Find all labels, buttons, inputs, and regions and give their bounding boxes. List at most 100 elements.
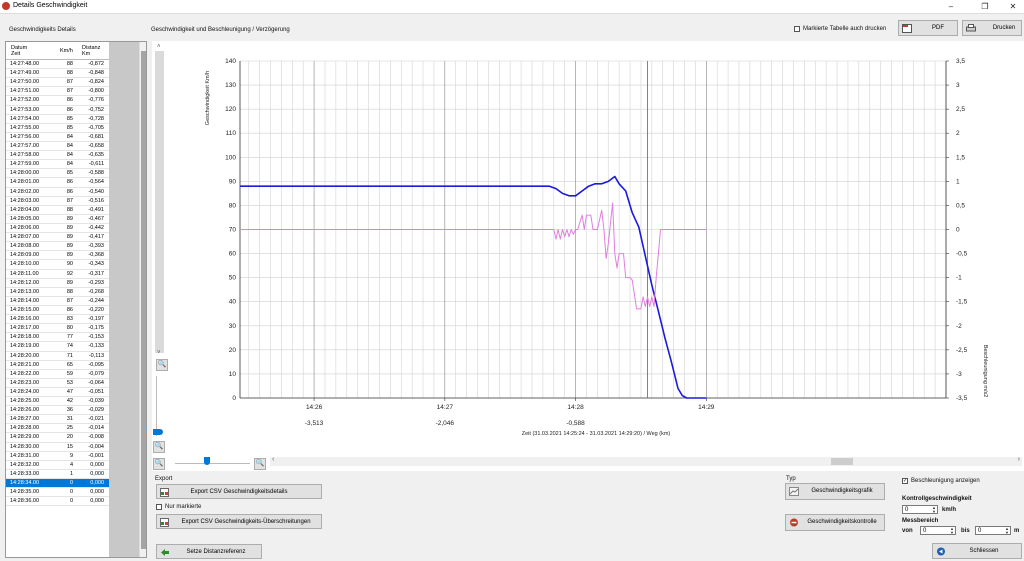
accel-checkbox[interactable]: ✓ — [902, 478, 908, 484]
x-tick-label: 14:26 — [306, 404, 323, 411]
table-row[interactable]: 14:27:49.00 88 -0,848 — [6, 69, 109, 79]
table-row[interactable]: 14:28:31.00 9 -0,001 — [6, 452, 109, 461]
y-tick-label: 100 — [225, 154, 236, 161]
zoom-in-button[interactable]: 🔍 — [156, 359, 168, 371]
table-row[interactable]: 14:28:03.00 87 -0,516 — [6, 197, 109, 206]
table-row[interactable]: 14:27:51.00 87 -0,800 — [6, 87, 109, 97]
hzoom-slider-thumb[interactable] — [204, 457, 210, 465]
table-row[interactable]: 14:28:12.00 89 -0,293 — [6, 279, 109, 288]
speed-graphic-button[interactable]: Geschwindigkeitsgrafik — [785, 483, 885, 500]
export-csv-exceed-button[interactable]: Export CSV Geschwindigkeits-Überschreitu… — [156, 514, 322, 529]
table-row[interactable]: 14:28:05.00 89 -0,467 — [6, 215, 109, 224]
table-row[interactable]: 14:27:57.00 84 -0,658 — [6, 142, 109, 152]
minimize-button[interactable]: – — [941, 0, 961, 13]
table-row[interactable]: 14:28:01.00 86 -0,564 — [6, 178, 109, 188]
pdf-button[interactable]: PDF — [898, 20, 958, 36]
table-row[interactable]: 14:28:09.00 89 -0,368 — [6, 251, 109, 261]
only-marked-checkbox[interactable] — [156, 504, 162, 510]
print-marked-checkbox[interactable] — [794, 26, 800, 32]
table-row[interactable]: 14:28:02.00 86 -0,540 — [6, 188, 109, 197]
table-row[interactable]: 14:28:28.00 25 -0,014 — [6, 424, 109, 434]
range-from-input[interactable]: 0 ▲ ▼ — [920, 526, 956, 535]
table-row[interactable]: 14:28:23.00 53 -0,064 — [6, 379, 109, 388]
zoom-out-icon: 🔍 — [154, 443, 164, 450]
table-row[interactable]: 14:27:55.00 85 -0,705 — [6, 124, 109, 133]
table-row[interactable]: 14:28:17.00 80 -0,175 — [6, 324, 109, 334]
table-row[interactable]: 14:28:27.00 31 -0,021 — [6, 415, 109, 425]
table-row[interactable]: 14:28:15.00 86 -0,220 — [6, 306, 109, 316]
cell-kmh: 0 — [69, 498, 73, 505]
zoom-slider-thumb[interactable] — [153, 429, 163, 435]
range-to-input[interactable]: 0 ▲ ▼ — [975, 526, 1011, 535]
table-row[interactable]: 14:27:50.00 87 -0,824 — [6, 78, 109, 88]
table-row[interactable]: 14:27:58.00 84 -0,635 — [6, 151, 109, 161]
speed-details-table[interactable]: Datum Zeit Km/h Distanz Km 14:27:48.00 88 -0… — [5, 41, 147, 558]
zoom-out-button[interactable]: 🔍 — [153, 441, 165, 453]
set-distance-reference-button[interactable]: Setze Distanzreferenz — [156, 544, 262, 559]
hzoom-icon: 🔍 — [255, 460, 265, 467]
table-row[interactable]: 14:28:08.00 89 -0,393 — [6, 242, 109, 252]
maximize-button[interactable]: ❐ — [975, 0, 995, 13]
chart-vscroll-track[interactable] — [155, 51, 164, 353]
table-row[interactable]: 14:28:16.00 83 -0,197 — [6, 315, 109, 325]
table-row[interactable]: 14:28:14.00 87 -0,244 — [6, 297, 109, 306]
table-row[interactable]: 14:28:07.00 89 -0,417 — [6, 233, 109, 243]
table-row[interactable]: 14:28:21.00 65 -0,095 — [6, 361, 109, 370]
table-row[interactable]: 14:27:53.00 86 -0,752 — [6, 106, 109, 115]
y-tick-label: 90 — [229, 178, 237, 185]
export-csv-details-button[interactable]: Export CSV Geschwindigkeitsdetails — [156, 484, 322, 499]
table-row[interactable]: 14:28:04.00 88 -0,491 — [6, 206, 109, 215]
table-row[interactable]: 14:28:25.00 42 -0,039 — [6, 397, 109, 407]
hzoom-button[interactable]: 🔍 — [254, 458, 266, 470]
table-row[interactable]: 14:28:36.00 0 0,000 — [6, 497, 109, 507]
table-row[interactable]: 14:28:10.00 90 -0,343 — [6, 260, 109, 270]
table-row[interactable]: 14:28:19.00 74 -0,133 — [6, 342, 109, 352]
table-row[interactable]: 14:28:30.00 15 -0,004 — [6, 443, 109, 452]
y2-tick-label: -3 — [956, 371, 962, 378]
y2-tick-label: 1 — [956, 178, 960, 185]
print-button[interactable]: Drucken — [962, 20, 1022, 36]
table-row[interactable]: 14:28:00.00 85 -0,588 — [6, 169, 109, 179]
cell-kmh: 9 — [69, 452, 73, 459]
table-row[interactable]: 14:28:29.00 20 -0,008 — [6, 433, 109, 443]
zoom-reset-button[interactable]: 🔍 — [153, 458, 165, 470]
chart-vscroll-down[interactable]: ˅ — [157, 350, 161, 356]
chart-hscrollbar[interactable]: ‹ › — [270, 456, 1022, 466]
table-row[interactable]: 14:28:24.00 47 -0,051 — [6, 388, 109, 398]
cell-kmh: 86 — [66, 179, 73, 186]
table-row[interactable]: 14:27:54.00 85 -0,728 — [6, 115, 109, 124]
table-row[interactable]: 14:28:20.00 71 -0,113 — [6, 352, 109, 361]
table-row[interactable]: 14:27:56.00 84 -0,681 — [6, 133, 109, 142]
table-row[interactable]: 14:28:35.00 0 0,000 — [6, 488, 109, 498]
table-row[interactable]: 14:27:59.00 84 -0,611 — [6, 160, 109, 170]
hscroll-left-arrow[interactable]: ‹ — [272, 456, 274, 463]
table-row[interactable]: 14:28:13.00 88 -0,268 — [6, 288, 109, 297]
cell-distance: -0,516 — [88, 197, 104, 204]
table-row[interactable]: 14:28:11.00 92 -0,317 — [6, 270, 109, 279]
table-row[interactable]: 14:27:48.00 88 -0,872 — [6, 60, 109, 70]
table-row[interactable]: 14:28:34.00 0 0,000 — [6, 479, 109, 489]
table-row[interactable]: 14:28:32.00 4 0,000 — [6, 461, 109, 470]
table-row[interactable]: 14:28:33.00 1 0,000 — [6, 470, 109, 480]
cell-time: 14:27:55.00 — [10, 124, 40, 131]
table-row[interactable]: 14:27:52.00 86 -0,776 — [6, 96, 109, 106]
close-window-button[interactable]: ✕ — [1003, 0, 1023, 13]
arrow-left-icon — [161, 549, 169, 556]
cell-kmh: 87 — [66, 88, 73, 95]
table-scrollbar[interactable] — [139, 42, 146, 557]
hscroll-right-arrow[interactable]: › — [1018, 456, 1020, 463]
speed-chart[interactable]: ˄ ˅ 0102030405060708090100110120130140-3… — [152, 41, 1024, 471]
x-tick-label: 14:29 — [698, 404, 715, 411]
chart-vscroll-up[interactable]: ˄ — [157, 44, 161, 50]
speed-control-button[interactable]: Geschwindigkeitskontrolle — [785, 514, 885, 531]
control-speed-input[interactable]: 0 ▲ ▼ — [902, 505, 938, 514]
table-row[interactable]: 14:28:18.00 77 -0,153 — [6, 333, 109, 343]
table-row[interactable]: 14:28:26.00 36 -0,029 — [6, 406, 109, 416]
scrollbar-thumb[interactable] — [141, 51, 146, 549]
cell-time: 14:27:57.00 — [10, 142, 40, 149]
csv-export-icon — [160, 488, 169, 497]
table-row[interactable]: 14:28:06.00 89 -0,442 — [6, 224, 109, 234]
close-button[interactable]: Schliessen — [932, 543, 1022, 559]
hscroll-thumb[interactable] — [831, 458, 853, 465]
table-row[interactable]: 14:28:22.00 59 -0,079 — [6, 370, 109, 379]
